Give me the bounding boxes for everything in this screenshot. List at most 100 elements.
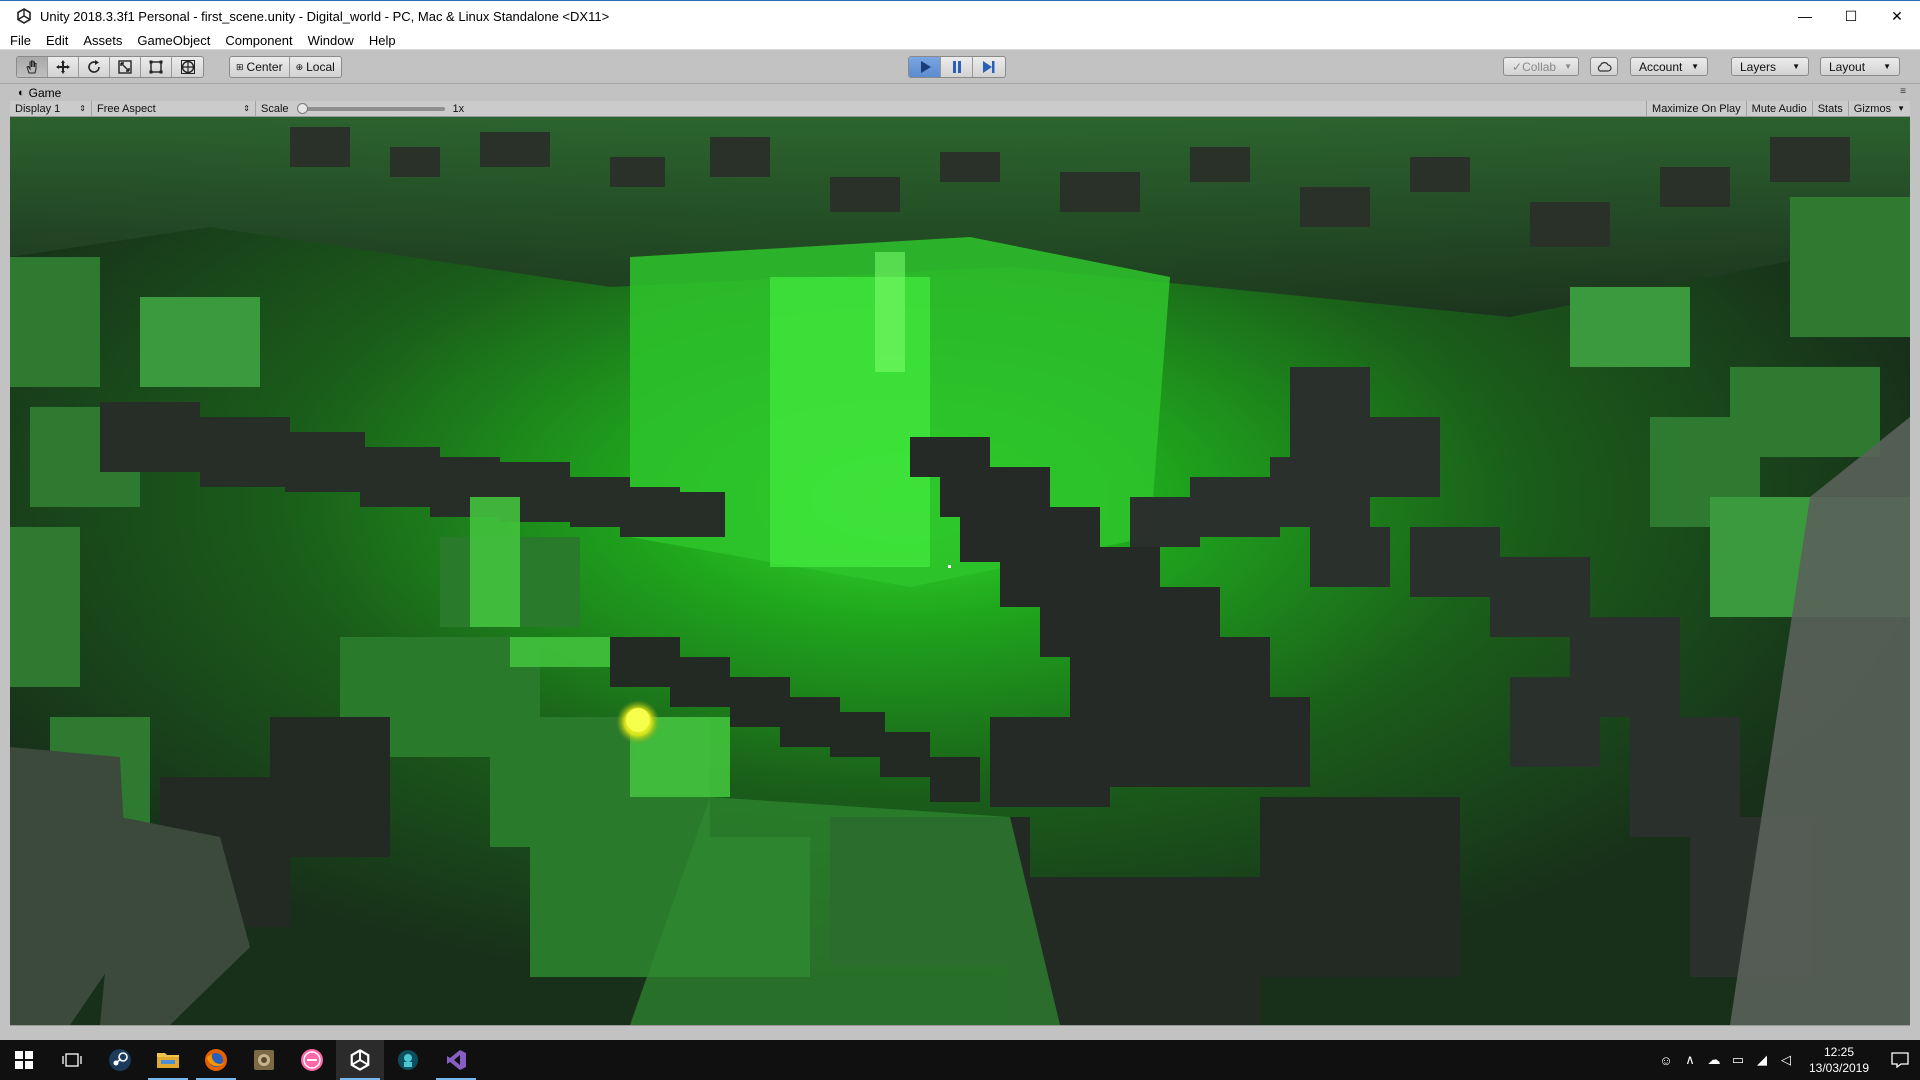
step-icon bbox=[983, 61, 995, 73]
maximize-on-play-label: Maximize On Play bbox=[1652, 102, 1741, 115]
layers-label: Layers bbox=[1740, 59, 1777, 74]
windows-taskbar: ☺ ∧ ☁ ▭ ◢ ◁ 12:25 13/03/2019 bbox=[0, 1040, 1920, 1080]
taskbar-visual-studio[interactable] bbox=[432, 1040, 480, 1080]
mute-audio-toggle[interactable]: Mute Audio bbox=[1747, 100, 1813, 117]
hand-tool-button[interactable] bbox=[17, 57, 48, 77]
maximize-on-play-toggle[interactable]: Maximize On Play bbox=[1646, 100, 1747, 117]
notification-icon bbox=[1891, 1052, 1909, 1068]
tab-game[interactable]: ◐ Game bbox=[10, 84, 69, 101]
maximize-button[interactable]: ☐ bbox=[1828, 1, 1874, 31]
pause-icon bbox=[952, 61, 961, 73]
gizmos-caret-icon: ▼ bbox=[1897, 104, 1905, 113]
viewport-bottom-edge bbox=[10, 1025, 1910, 1040]
layout-label: Layout bbox=[1829, 59, 1866, 74]
menu-assets[interactable]: Assets bbox=[83, 33, 122, 48]
move-arrows-icon bbox=[56, 60, 70, 74]
taskbar-app-generic[interactable] bbox=[240, 1040, 288, 1080]
crosshair bbox=[948, 565, 951, 568]
menu-component[interactable]: Component bbox=[225, 33, 292, 48]
rotate-icon bbox=[88, 60, 100, 73]
rect-transform-icon bbox=[149, 60, 163, 74]
display-caret-icon: ⇕ bbox=[79, 104, 86, 113]
cloud-button[interactable] bbox=[1590, 57, 1618, 76]
layout-dropdown[interactable]: Layout ▼ bbox=[1820, 57, 1900, 76]
folder-icon bbox=[157, 1053, 179, 1068]
aspect-select[interactable]: Free Aspect ⇕ bbox=[92, 100, 256, 117]
taskbar-clock[interactable]: 12:25 13/03/2019 bbox=[1798, 1044, 1880, 1076]
collab-check-icon: ✓ bbox=[1512, 59, 1523, 74]
scale-label: Scale bbox=[261, 102, 289, 115]
taskbar-app-dark[interactable] bbox=[384, 1040, 432, 1080]
pivot-toggles: ⊞ Center ⊕ Local bbox=[229, 56, 342, 78]
pivot-local-label: Local bbox=[306, 60, 335, 74]
menu-edit[interactable]: Edit bbox=[46, 33, 68, 48]
start-button[interactable] bbox=[0, 1040, 48, 1080]
task-view-button[interactable] bbox=[48, 1040, 96, 1080]
close-button[interactable]: ✕ bbox=[1874, 1, 1920, 31]
wifi-icon[interactable]: ◢ bbox=[1750, 1040, 1774, 1080]
tray-chevron-icon[interactable]: ∧ bbox=[1678, 1040, 1702, 1080]
play-button[interactable] bbox=[909, 57, 941, 77]
unity-logo-icon bbox=[17, 8, 31, 24]
game-tab-bar: ◐ Game ≡ bbox=[10, 84, 1910, 101]
taskbar-file-explorer[interactable] bbox=[144, 1040, 192, 1080]
rotate-tool-button[interactable] bbox=[79, 57, 110, 77]
taskbar-unity[interactable] bbox=[336, 1040, 384, 1080]
menu-gameobject[interactable]: GameObject bbox=[137, 33, 210, 48]
menu-bar: File Edit Assets GameObject Component Wi… bbox=[0, 31, 1920, 50]
panel-menu-icon[interactable]: ≡ bbox=[1900, 86, 1906, 97]
volume-icon[interactable]: ◁ bbox=[1774, 1040, 1798, 1080]
display-select[interactable]: Display 1 ⇕ bbox=[10, 100, 92, 117]
menu-window[interactable]: Window bbox=[308, 33, 354, 48]
display-select-label: Display 1 bbox=[15, 102, 61, 115]
scale-slider[interactable] bbox=[296, 102, 445, 114]
transform-tools bbox=[16, 56, 204, 78]
pivot-local-toggle[interactable]: ⊕ Local bbox=[290, 57, 341, 77]
minimize-button[interactable]: — bbox=[1782, 1, 1828, 31]
transform-combined-icon bbox=[180, 60, 195, 74]
menu-file[interactable]: File bbox=[10, 33, 31, 48]
stats-label: Stats bbox=[1817, 102, 1843, 115]
taskbar-firefox[interactable] bbox=[192, 1040, 240, 1080]
onedrive-cloud-icon[interactable]: ☁ bbox=[1702, 1040, 1726, 1080]
firefox-icon bbox=[205, 1049, 227, 1071]
cloud-icon bbox=[1597, 61, 1612, 72]
play-icon bbox=[920, 61, 931, 73]
account-caret-icon: ▼ bbox=[1691, 62, 1699, 71]
pivot-center-toggle[interactable]: ⊞ Center bbox=[230, 57, 290, 77]
game-viewport[interactable] bbox=[10, 117, 1910, 1025]
pivot-center-icon: ⊞ bbox=[236, 61, 244, 72]
battery-icon[interactable]: ▭ bbox=[1726, 1040, 1750, 1080]
pivot-local-icon: ⊕ bbox=[295, 61, 304, 72]
task-view-icon bbox=[62, 1053, 82, 1067]
gizmos-label: Gizmos bbox=[1853, 102, 1892, 115]
collab-caret-icon: ▼ bbox=[1564, 62, 1573, 71]
scale-icon bbox=[118, 60, 132, 74]
stats-toggle[interactable]: Stats bbox=[1813, 100, 1849, 117]
scale-tool-button[interactable] bbox=[110, 57, 141, 77]
move-tool-button[interactable] bbox=[48, 57, 79, 77]
collab-label: Collab bbox=[1522, 59, 1557, 74]
game-view-toolbar: Display 1 ⇕ Free Aspect ⇕ Scale 1x Maxim… bbox=[10, 100, 1910, 117]
scale-slider-knob[interactable] bbox=[296, 102, 308, 114]
transform-tool-button[interactable] bbox=[172, 57, 203, 77]
menu-help[interactable]: Help bbox=[369, 33, 396, 48]
clock-date: 13/03/2019 bbox=[1808, 1061, 1870, 1075]
game-tab-label: Game bbox=[28, 85, 62, 100]
account-label: Account bbox=[1639, 59, 1683, 74]
gizmos-dropdown[interactable]: Gizmos ▼ bbox=[1849, 101, 1910, 117]
windows-logo-icon bbox=[15, 1051, 33, 1069]
pause-button[interactable] bbox=[941, 57, 973, 77]
action-center-button[interactable] bbox=[1880, 1040, 1920, 1080]
taskbar-osu[interactable] bbox=[288, 1040, 336, 1080]
window-title-bar: Unity 2018.3.3f1 Personal - first_scene.… bbox=[0, 0, 1920, 31]
rect-tool-button[interactable] bbox=[141, 57, 172, 77]
account-dropdown[interactable]: Account ▼ bbox=[1630, 57, 1708, 76]
taskbar-steam[interactable] bbox=[96, 1040, 144, 1080]
clock-time: 12:25 bbox=[1823, 1045, 1855, 1059]
layers-dropdown[interactable]: Layers ▼ bbox=[1731, 57, 1809, 76]
mute-audio-label: Mute Audio bbox=[1751, 102, 1807, 115]
collab-dropdown[interactable]: ✓ Collab ▼ bbox=[1503, 57, 1579, 76]
people-icon[interactable]: ☺ bbox=[1654, 1040, 1678, 1080]
step-button[interactable] bbox=[973, 57, 1005, 77]
